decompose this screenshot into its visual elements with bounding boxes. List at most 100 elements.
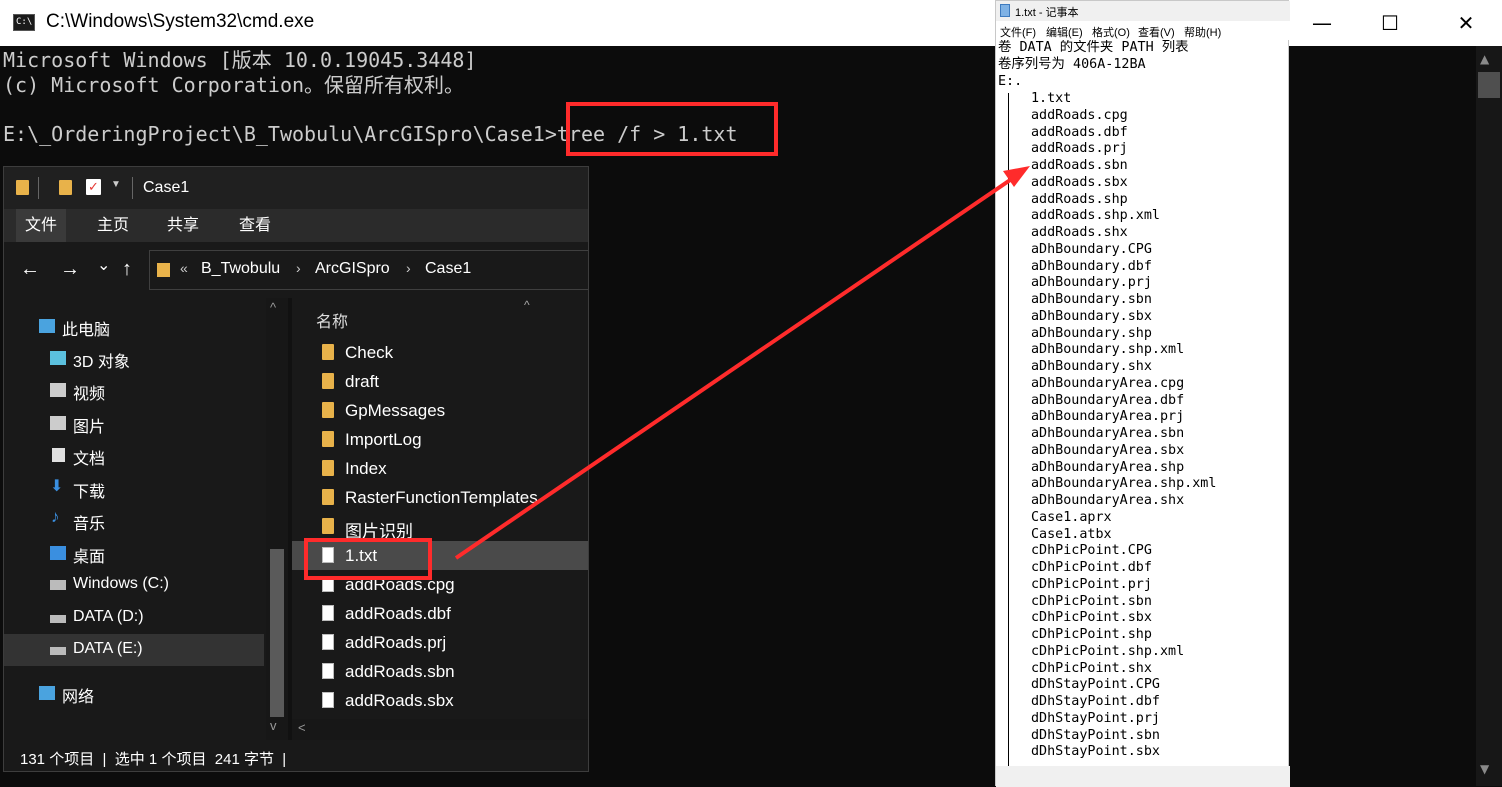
new-folder-icon[interactable] — [59, 180, 72, 195]
folder-icon — [322, 518, 334, 534]
column-header[interactable]: ^ 名称 — [292, 298, 588, 336]
file-row[interactable]: addRoads.dbf — [292, 599, 588, 628]
explorer-titlebar[interactable]: ✓ ▼ Case1 — [4, 167, 588, 209]
menu-file[interactable]: 文件(F) — [1000, 24, 1036, 40]
drive-e-icon — [50, 647, 66, 655]
file-list-hscrollbar[interactable] — [292, 719, 588, 740]
file-row[interactable]: addRoads.sbn — [292, 657, 588, 686]
tree-file-entry: cDhPicPoint.sbn — [1031, 593, 1152, 609]
breadcrumb-item[interactable]: ArcGISpro — [315, 260, 390, 278]
tree-file-entry: aDhBoundaryArea.sbx — [1031, 442, 1185, 458]
tab-share[interactable]: 共享 — [158, 209, 208, 242]
scroll-up-icon[interactable]: ▲ — [1480, 52, 1489, 66]
notepad-menubar: 文件(F) 编辑(E) 格式(O) 查看(V) 帮助(H) — [996, 21, 1290, 40]
cmd-window-title: C:\Windows\System32\cmd.exe — [46, 11, 315, 32]
nav-pane-scroll-thumb[interactable] — [270, 549, 284, 717]
nav-item-network[interactable]: 网络 — [4, 677, 264, 709]
nav-item-documents[interactable]: 文档 — [4, 439, 264, 471]
tab-home[interactable]: 主页 — [88, 209, 138, 242]
tree-file-entry: addRoads.shp.xml — [1031, 208, 1160, 224]
file-row[interactable]: 图片识别 — [292, 512, 588, 541]
breadcrumb-overflow[interactable]: « — [180, 260, 188, 276]
tree-file-entry: cDhPicPoint.dbf — [1031, 560, 1152, 575]
breadcrumb-item[interactable]: B_Twobulu — [201, 260, 280, 278]
folder-icon — [16, 180, 29, 195]
file-row[interactable]: ImportLog — [292, 425, 588, 454]
menu-view[interactable]: 查看(V) — [1138, 24, 1175, 40]
file-row[interactable]: addRoads.sbx — [292, 686, 588, 715]
tree-branch-line — [1008, 93, 1009, 773]
scroll-down-icon[interactable]: v — [270, 718, 277, 733]
tree-file-entry: cDhPicPoint.shp — [1031, 627, 1152, 642]
file-row[interactable]: addRoads.prj — [292, 628, 588, 657]
tree-file-entry: cDhPicPoint.sbx — [1031, 610, 1152, 626]
cmd-scroll-thumb[interactable] — [1478, 72, 1500, 98]
folder-icon — [322, 373, 334, 389]
nav-item-drive-e[interactable]: DATA (E:) — [4, 634, 264, 666]
tree-file-entry: addRoads.sbn — [1031, 158, 1128, 173]
nav-item-videos[interactable]: 视频 — [4, 374, 264, 406]
navigation-pane: 此电脑 3D 对象 视频 图片 文档 ⬇ 下载 ♪ 音乐 桌面 Windows … — [4, 298, 288, 740]
network-icon — [39, 686, 55, 700]
file-row[interactable]: Check — [292, 338, 588, 367]
notepad-titlebar[interactable]: 1.txt - 记事本 — [996, 1, 1290, 21]
nav-item-drive-c[interactable]: Windows (C:) — [4, 569, 264, 601]
file-name: draft — [345, 372, 380, 391]
close-button[interactable]: ✕ — [1434, 0, 1498, 46]
tab-view[interactable]: 查看 — [230, 209, 280, 242]
divider — [38, 177, 39, 199]
nav-item-music[interactable]: ♪ 音乐 — [4, 504, 264, 536]
properties-icon[interactable]: ✓ — [86, 179, 101, 195]
nav-item-pictures[interactable]: 图片 — [4, 407, 264, 439]
nav-item-downloads[interactable]: ⬇ 下载 — [4, 472, 264, 504]
text-line: 卷 DATA 的文件夹 PATH 列表 — [998, 40, 1189, 55]
scroll-down-icon[interactable]: ▼ — [1480, 762, 1489, 776]
forward-arrow-icon[interactable]: → — [60, 258, 80, 281]
menu-format[interactable]: 格式(O) — [1092, 24, 1130, 40]
tree-file-entry: aDhBoundary.sbn — [1031, 292, 1152, 307]
file-row[interactable]: RasterFunctionTemplates — [292, 483, 588, 512]
scroll-up-icon[interactable]: ^ — [270, 300, 276, 315]
nav-item-desktop[interactable]: 桌面 — [4, 537, 264, 569]
scroll-left-icon[interactable]: < — [298, 720, 306, 735]
cmd-scrollbar[interactable] — [1476, 46, 1502, 786]
text-line: E:. — [998, 74, 1023, 89]
nav-item-3d-objects[interactable]: 3D 对象 — [4, 342, 264, 374]
file-row[interactable]: GpMessages — [292, 396, 588, 425]
tree-file-entry: dDhStayPoint.sbx — [1031, 744, 1160, 760]
tab-file[interactable]: 文件 — [16, 209, 66, 242]
cmd-line: (c) Microsoft Corporation。保留所有权利。 — [3, 73, 465, 97]
tree-file-entry: aDhBoundaryArea.shp.xml — [1031, 476, 1217, 492]
tree-file-entry: aDhBoundaryArea.sbn — [1031, 426, 1185, 441]
file-row[interactable]: draft — [292, 367, 588, 396]
back-arrow-icon[interactable]: ← — [20, 258, 40, 281]
chevron-down-icon[interactable]: ▼ — [111, 179, 121, 190]
file-icon — [322, 605, 334, 621]
notepad-text-area[interactable]: 卷 DATA 的文件夹 PATH 列表 卷序列号为 406A-12BA E:. … — [996, 40, 1290, 766]
chevron-right-icon[interactable]: › — [406, 260, 411, 276]
up-arrow-icon[interactable]: ↑ — [122, 258, 132, 281]
chevron-right-icon[interactable]: › — [296, 260, 301, 276]
nav-item-label: 视频 — [73, 386, 106, 403]
file-icon — [322, 663, 334, 679]
maximize-button[interactable]: ☐ — [1358, 0, 1422, 46]
nav-item-label: DATA (E:) — [73, 640, 143, 657]
nav-item-label: 此电脑 — [62, 322, 111, 339]
explorer-window-title: Case1 — [143, 179, 190, 196]
tree-file-entry: dDhStayPoint.sbn — [1031, 727, 1160, 743]
breadcrumb-item[interactable]: Case1 — [425, 260, 471, 278]
recent-locations-icon[interactable]: ⌄ — [97, 255, 110, 275]
tree-file-entry: Case1.atbx — [1031, 526, 1112, 542]
minimize-button[interactable]: — — [1290, 0, 1354, 46]
column-name-label: 名称 — [316, 314, 349, 331]
ribbon-tabs: 文件 主页 共享 查看 — [4, 209, 588, 242]
file-row[interactable]: Index — [292, 454, 588, 483]
nav-item-this-pc[interactable]: 此电脑 — [4, 310, 264, 342]
tree-file-entry: cDhPicPoint.CPG — [1031, 543, 1152, 559]
nav-item-drive-d[interactable]: DATA (D:) — [4, 602, 264, 634]
menu-help[interactable]: 帮助(H) — [1184, 24, 1221, 40]
tree-file-entry: aDhBoundaryArea.dbf — [1031, 392, 1185, 408]
menu-edit[interactable]: 编辑(E) — [1046, 24, 1083, 40]
address-bar[interactable]: « B_Twobulu › ArcGISpro › Case1 — [149, 250, 588, 290]
tree-file-entry: aDhBoundary.shx — [1031, 359, 1152, 374]
